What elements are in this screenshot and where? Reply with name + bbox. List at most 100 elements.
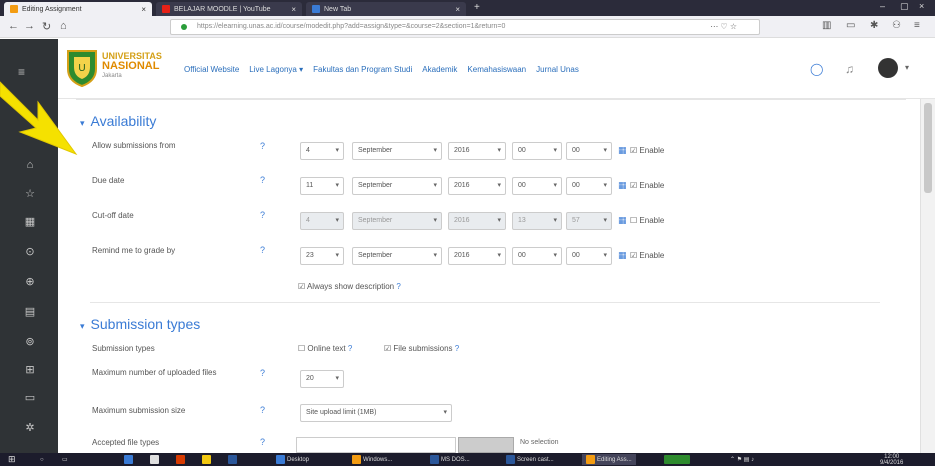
calendar-icon[interactable]: ▦: [24, 215, 36, 228]
app-icon[interactable]: [202, 454, 211, 465]
online-text-checkbox[interactable]: ☐ Online text ?: [298, 344, 352, 353]
help-icon[interactable]: ?: [260, 368, 265, 378]
nav-kemahasiswaan[interactable]: Kemahasiswaan: [467, 65, 526, 74]
taskbar-item-active[interactable]: Editing Ass...: [582, 454, 636, 465]
remind-minute-select[interactable]: 00: [566, 247, 612, 265]
max-files-select[interactable]: 20: [300, 370, 344, 388]
remind-month-select[interactable]: September: [352, 247, 442, 265]
tray-icons[interactable]: ⌃ ⚑ ▤ ♪: [730, 454, 754, 465]
private-files-icon[interactable]: ⊙: [24, 245, 36, 258]
section-submission-types[interactable]: ▾ Submission types: [80, 316, 200, 332]
nav-fakultas[interactable]: Fakultas dan Program Studi: [313, 65, 412, 74]
nav-live-lagonya[interactable]: Live Lagonya ▾: [249, 65, 303, 74]
remind-hour-select[interactable]: 00: [512, 247, 562, 265]
taskbar-item[interactable]: Desktop: [276, 454, 309, 465]
help-icon[interactable]: ?: [260, 405, 265, 415]
choose-filetypes-button[interactable]: [458, 437, 514, 453]
app-icon[interactable]: [176, 454, 185, 465]
home-icon[interactable]: ⌂: [60, 20, 67, 32]
taskbar-clock[interactable]: 12:00 9/4/2016: [880, 454, 903, 466]
app-icon[interactable]: [664, 454, 690, 465]
start-icon[interactable]: ⊞: [8, 454, 16, 465]
scroll-thumb[interactable]: [924, 103, 932, 193]
site-home-icon[interactable]: ☆: [24, 187, 36, 200]
due-year-select[interactable]: 2016: [448, 177, 506, 195]
new-tab-plus-icon[interactable]: +: [474, 2, 480, 13]
cutoff-enable-checkbox[interactable]: ☐ Enable: [630, 216, 664, 225]
taskbar-item[interactable]: Screen cast...: [506, 454, 554, 465]
close-icon[interactable]: ×: [141, 5, 146, 14]
sidebar-toggle-icon[interactable]: ▭: [846, 20, 855, 31]
help-icon[interactable]: ?: [396, 282, 400, 291]
tab-youtube[interactable]: BELAJAR MOODLE | YouTube ×: [156, 2, 302, 16]
tab-new[interactable]: New Tab ×: [306, 2, 466, 16]
help-icon[interactable]: ?: [260, 245, 265, 255]
app-icon[interactable]: [124, 454, 133, 465]
app-icon[interactable]: [150, 454, 159, 465]
avatar[interactable]: [878, 58, 898, 78]
allow-minute-select[interactable]: 00: [566, 142, 612, 160]
task-view-icon[interactable]: ▭: [62, 454, 68, 465]
extension-icon[interactable]: ✱: [870, 20, 878, 31]
course-icon[interactable]: ⊕: [24, 275, 36, 288]
account-icon[interactable]: ⚇: [892, 20, 901, 31]
enable-label: Enable: [639, 146, 665, 155]
close-icon[interactable]: ×: [291, 5, 296, 14]
maximize-icon[interactable]: ▢: [900, 1, 909, 12]
due-hour-select[interactable]: 00: [512, 177, 562, 195]
grades-icon[interactable]: ▤: [24, 305, 36, 318]
help-icon[interactable]: ?: [260, 437, 265, 447]
calendar-icon[interactable]: ▦: [618, 180, 627, 191]
nav-jurnal[interactable]: Jurnal Unas: [536, 65, 579, 74]
settings-icon[interactable]: ✲: [24, 421, 36, 434]
due-day-select[interactable]: 11: [300, 177, 344, 195]
allow-day-select[interactable]: 4: [300, 142, 344, 160]
accepted-types-input[interactable]: [296, 437, 456, 453]
help-icon[interactable]: ?: [260, 141, 265, 151]
calendar-icon[interactable]: ▦: [618, 215, 627, 226]
calendar-icon[interactable]: ▦: [618, 145, 627, 156]
menu-icon[interactable]: ≡: [914, 20, 920, 31]
reload-icon[interactable]: ↻: [42, 20, 51, 33]
allow-year-select[interactable]: 2016: [448, 142, 506, 160]
taskbar-item[interactable]: Windows...: [352, 454, 392, 465]
search-icon[interactable]: ○: [40, 454, 44, 465]
app-icon[interactable]: [228, 454, 237, 465]
calendar-icon[interactable]: ▦: [618, 250, 627, 261]
minimize-icon[interactable]: –: [880, 1, 885, 11]
remind-day-select[interactable]: 23: [300, 247, 344, 265]
help-icon[interactable]: ?: [348, 344, 352, 353]
participants-icon[interactable]: ⊞: [24, 363, 36, 376]
help-icon[interactable]: ?: [260, 175, 265, 185]
section-availability[interactable]: ▾ Availability: [80, 113, 156, 129]
notifications-icon[interactable]: ♫: [845, 62, 854, 76]
library-icon[interactable]: ▥: [822, 20, 831, 31]
nav-akademik[interactable]: Akademik: [422, 65, 457, 74]
remind-enable-checkbox[interactable]: ☑ Enable: [630, 251, 664, 260]
url-bar[interactable]: https://elearning.unas.ac.id/course/mode…: [170, 19, 760, 35]
taskbar-item[interactable]: MS DOS...: [430, 454, 470, 465]
always-show-description-checkbox[interactable]: ☑ Always show description ?: [298, 282, 401, 291]
remind-year-select[interactable]: 2016: [448, 247, 506, 265]
close-window-icon[interactable]: ×: [919, 1, 924, 11]
competencies-icon[interactable]: ⊚: [24, 335, 36, 348]
tab-editing-assignment[interactable]: Editing Assignment ×: [4, 2, 152, 16]
max-size-select[interactable]: Site upload limit (1MB): [300, 404, 452, 422]
allow-month-select[interactable]: September: [352, 142, 442, 160]
due-enable-checkbox[interactable]: ☑ Enable: [630, 181, 664, 190]
messages-icon[interactable]: ◯: [810, 62, 823, 76]
close-icon[interactable]: ×: [455, 5, 460, 14]
badges-icon[interactable]: ▭: [24, 391, 36, 404]
forward-icon[interactable]: →: [24, 20, 35, 32]
help-icon[interactable]: ?: [260, 210, 265, 220]
nav-official-website[interactable]: Official Website: [184, 65, 239, 74]
due-minute-select[interactable]: 00: [566, 177, 612, 195]
file-submissions-checkbox[interactable]: ☑ File submissions ?: [384, 344, 459, 353]
chevron-down-icon[interactable]: ▾: [905, 63, 909, 72]
help-icon[interactable]: ?: [455, 344, 459, 353]
page-scrollbar[interactable]: [920, 99, 935, 453]
due-month-select[interactable]: September: [352, 177, 442, 195]
allow-hour-select[interactable]: 00: [512, 142, 562, 160]
allow-enable-checkbox[interactable]: ☑ Enable: [630, 146, 664, 155]
back-icon[interactable]: ←: [8, 20, 19, 32]
